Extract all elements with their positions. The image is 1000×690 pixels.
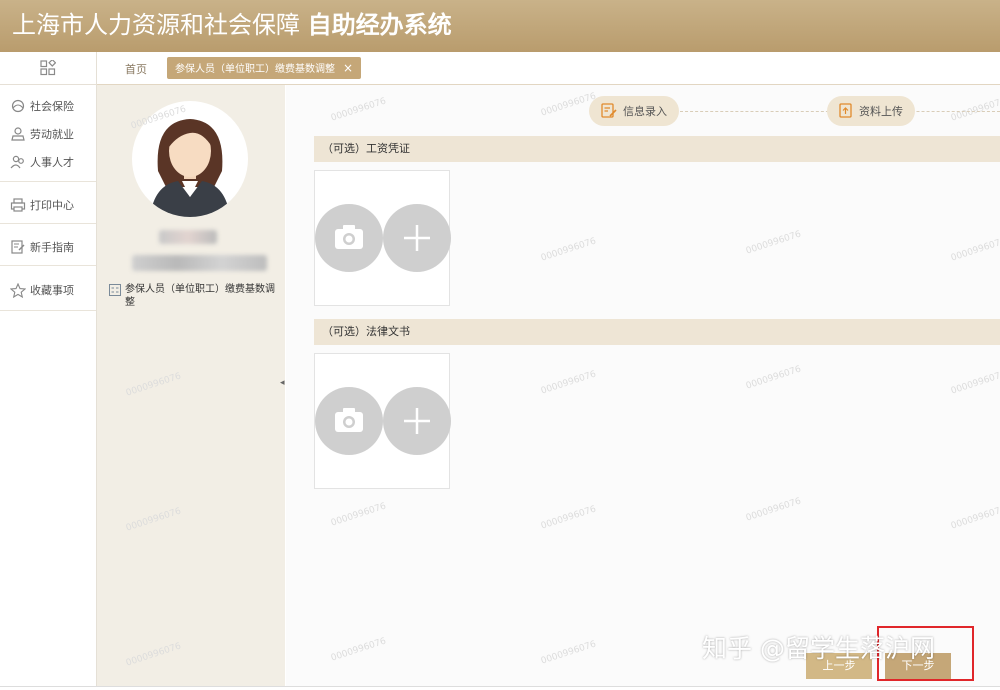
sidebar-item-label: 收藏事项 bbox=[30, 284, 74, 297]
edit-form-icon bbox=[601, 103, 617, 118]
social-insurance-icon bbox=[11, 99, 25, 113]
sidebar-item-guide[interactable]: 新手指南 bbox=[10, 239, 74, 255]
step-document-upload[interactable]: 资料上传 bbox=[827, 96, 915, 126]
sidebar-item-favorites[interactable]: 收藏事项 bbox=[10, 282, 74, 298]
close-icon[interactable]: × bbox=[343, 61, 353, 75]
apps-grid-icon bbox=[40, 58, 57, 76]
app-title: 上海市人力资源和社会保障 自助经办系统 bbox=[12, 8, 452, 42]
source-credit: 知乎 @留学生落沪网 bbox=[702, 634, 935, 663]
employment-icon bbox=[11, 127, 25, 141]
divider bbox=[0, 265, 96, 266]
tab-bar: 首页 参保人员（单位职工）缴费基数调整 × bbox=[97, 52, 1000, 85]
sidebar-item-talent[interactable]: 人事人才 bbox=[10, 154, 74, 170]
printer-icon bbox=[10, 198, 26, 212]
add-file-button[interactable] bbox=[383, 204, 451, 272]
talent-icon bbox=[10, 155, 24, 169]
sidebar-item-label: 人事人才 bbox=[30, 156, 74, 169]
sidebar: 社会保险 劳动就业 人事人才 打印中心 新手指南 收藏事项 bbox=[0, 52, 97, 688]
divider bbox=[0, 310, 96, 311]
masked-user-id bbox=[132, 255, 267, 271]
business-item[interactable]: 参保人员（单位职工）缴费基数调整 bbox=[109, 283, 279, 309]
step-info-entry[interactable]: 信息录入 bbox=[589, 96, 679, 126]
step-label: 资料上传 bbox=[859, 105, 903, 118]
camera-icon bbox=[335, 408, 363, 432]
camera-button[interactable] bbox=[315, 387, 383, 455]
sidebar-item-label: 新手指南 bbox=[30, 241, 74, 254]
sidebar-item-label: 社会保险 bbox=[30, 100, 74, 113]
upload-box-salary bbox=[314, 170, 451, 306]
form-icon bbox=[109, 284, 121, 296]
star-icon bbox=[10, 282, 26, 298]
sidebar-item-employment[interactable]: 劳动就业 bbox=[10, 126, 74, 142]
sidebar-item-print-center[interactable]: 打印中心 bbox=[10, 197, 74, 213]
upload-document-icon bbox=[839, 103, 852, 118]
app-title-bold: 自助经办系统 bbox=[307, 11, 452, 39]
menu-toggle[interactable] bbox=[0, 52, 96, 85]
app-header: 上海市人力资源和社会保障 自助经办系统 bbox=[0, 0, 1000, 52]
profile-panel: 参保人员（单位职工）缴费基数调整 bbox=[97, 85, 285, 688]
masked-user-name bbox=[159, 230, 217, 244]
divider bbox=[0, 223, 96, 224]
add-file-button[interactable] bbox=[383, 387, 451, 455]
camera-icon bbox=[335, 225, 363, 249]
upload-box-legal bbox=[314, 353, 451, 489]
sidebar-item-social-insurance[interactable]: 社会保险 bbox=[10, 98, 74, 114]
tab-home[interactable]: 首页 bbox=[125, 61, 147, 77]
plus-icon bbox=[404, 408, 430, 434]
section-header-legal: （可选）法律文书 bbox=[314, 319, 1000, 345]
divider bbox=[0, 181, 96, 182]
collapse-arrow-icon[interactable]: ◂ bbox=[280, 378, 285, 388]
section-header-salary: （可选）工资凭证 bbox=[314, 136, 1000, 162]
tab-label: 参保人员（单位职工）缴费基数调整 bbox=[175, 64, 335, 75]
sidebar-item-label: 劳动就业 bbox=[30, 128, 74, 141]
bottom-border bbox=[0, 686, 1000, 690]
camera-button[interactable] bbox=[315, 204, 383, 272]
plus-icon bbox=[404, 225, 430, 251]
app-title-regular: 上海市人力资源和社会保障 bbox=[12, 11, 300, 39]
step-label: 信息录入 bbox=[623, 105, 667, 118]
sidebar-item-label: 打印中心 bbox=[30, 199, 74, 212]
guide-icon bbox=[11, 240, 25, 254]
business-item-label: 参保人员（单位职工）缴费基数调整 bbox=[125, 284, 275, 308]
tab-contribution-adjustment[interactable]: 参保人员（单位职工）缴费基数调整 × bbox=[167, 57, 362, 79]
